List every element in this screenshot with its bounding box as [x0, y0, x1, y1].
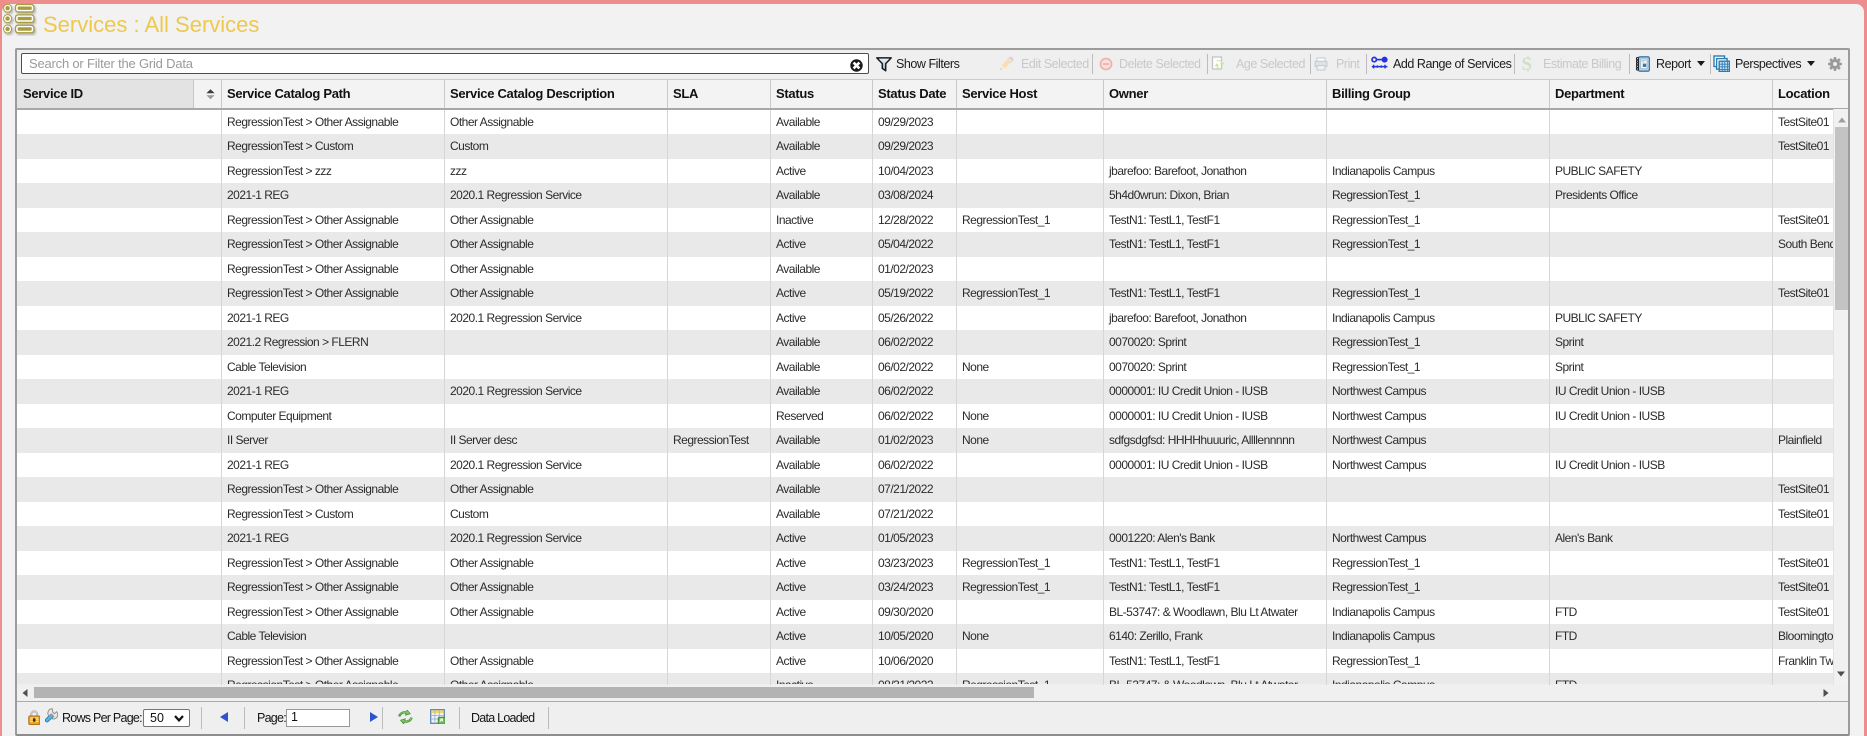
svg-text:S: S	[1522, 56, 1533, 72]
